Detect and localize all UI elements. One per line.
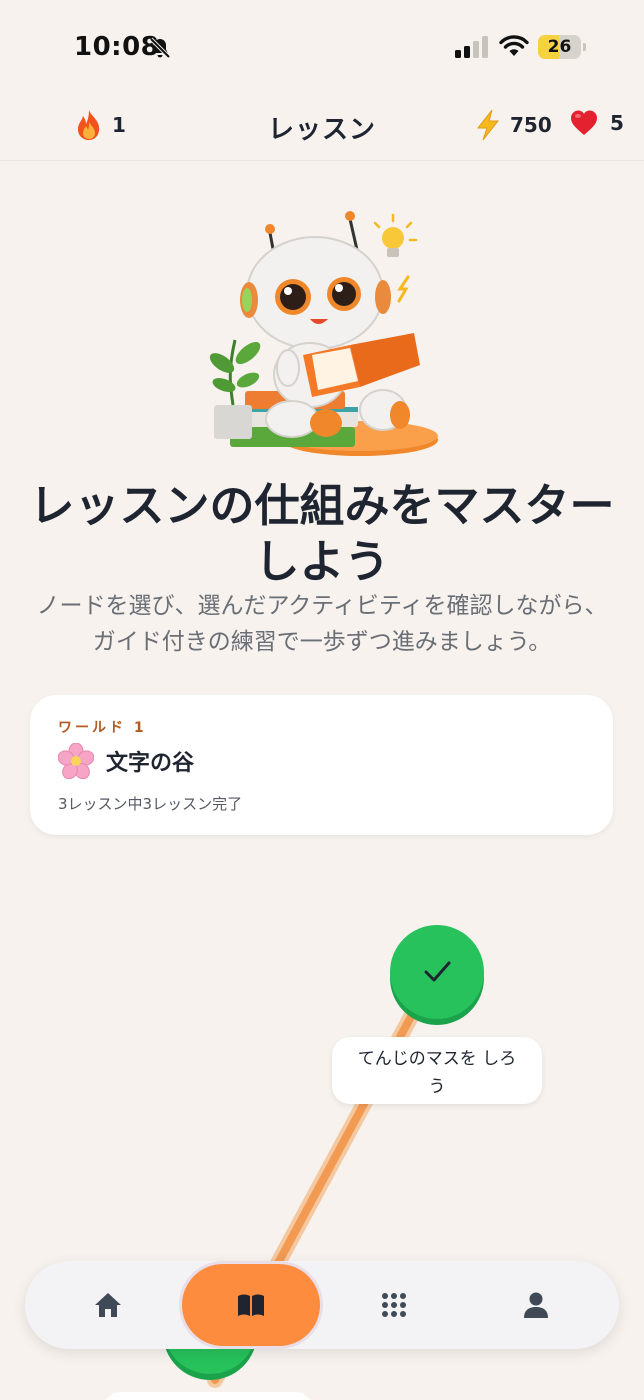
lesson-path bbox=[207, 992, 428, 1388]
book-icon bbox=[238, 1294, 264, 1316]
nav-home[interactable] bbox=[60, 1261, 156, 1349]
check-icon bbox=[424, 961, 451, 982]
lesson-label[interactable]: てんじのマスを しろう bbox=[332, 1037, 542, 1104]
apps-grid-icon bbox=[382, 1293, 406, 1317]
lessons-screen: 10:08 26 1 レッスン 750 5 レッスンの仕組みをマスターしよう ノ… bbox=[0, 0, 644, 1400]
home-icon bbox=[95, 1293, 121, 1317]
nav-apps[interactable] bbox=[346, 1261, 442, 1349]
bottom-nav bbox=[25, 1261, 619, 1349]
lesson-label-partial bbox=[103, 1392, 313, 1400]
lesson-node-completed[interactable] bbox=[390, 925, 484, 1025]
nav-lessons[interactable] bbox=[182, 1264, 320, 1346]
profile-icon bbox=[524, 1292, 548, 1318]
nav-profile[interactable] bbox=[488, 1261, 584, 1349]
